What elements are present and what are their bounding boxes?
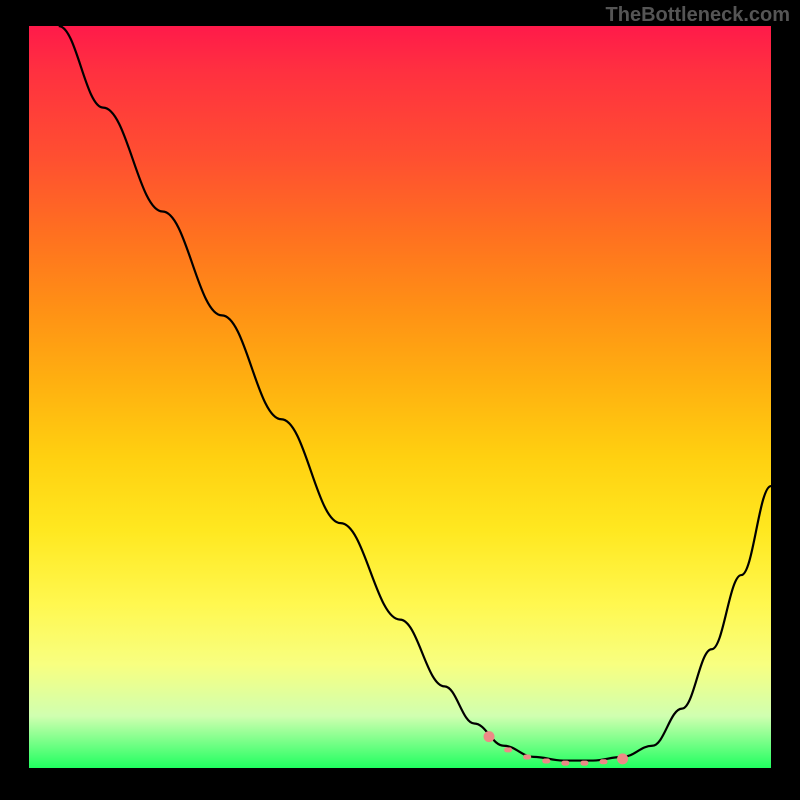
optimal-dash — [619, 757, 627, 762]
optimal-dash — [523, 754, 531, 759]
watermark-text: TheBottleneck.com — [606, 4, 790, 27]
optimal-dash — [561, 761, 569, 766]
optimal-dash — [600, 759, 608, 764]
optimal-dash — [485, 735, 493, 740]
optimal-dash — [580, 761, 588, 766]
optimal-dash — [542, 758, 550, 763]
bottleneck-curve-path — [59, 26, 771, 761]
chart-plot-area — [29, 26, 771, 768]
optimal-dash — [504, 747, 512, 752]
chart-svg — [29, 26, 771, 768]
